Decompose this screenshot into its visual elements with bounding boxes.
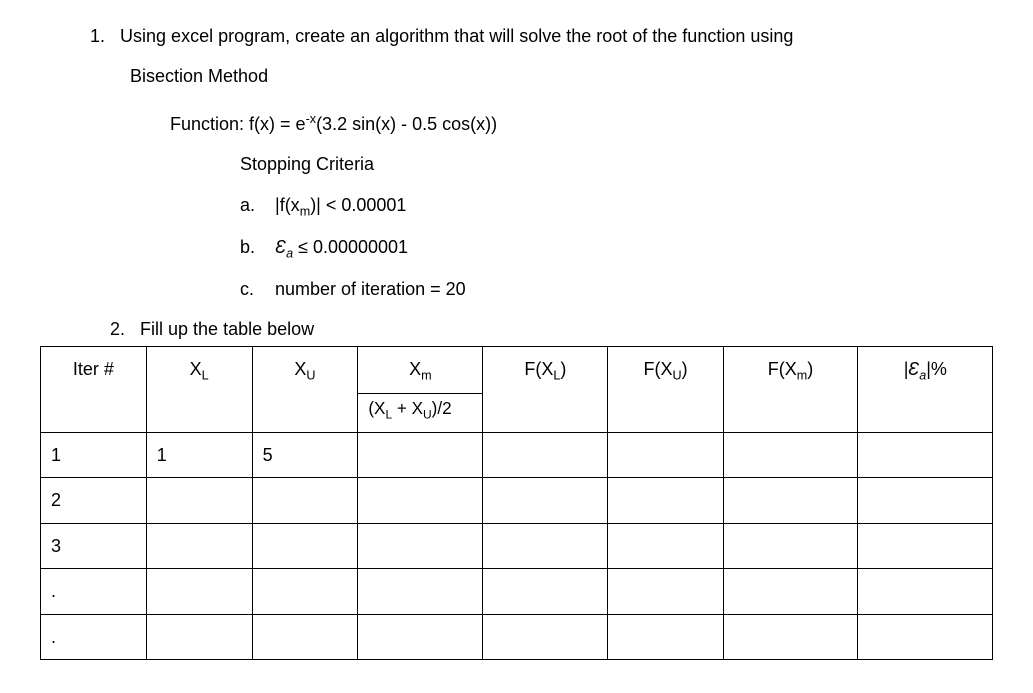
cell-fxu xyxy=(608,478,723,523)
iteration-table: Iter # XL XU Xm F(XL) F(XU) F(Xm) |Ɛa|% xyxy=(40,346,993,660)
cell-fxu xyxy=(608,569,723,614)
stopping-criteria-label: Stopping Criteria xyxy=(240,148,993,180)
function-rest: (3.2 sin(x) - 0.5 cos(x)) xyxy=(316,114,497,134)
header-fxm: F(Xm) xyxy=(723,346,858,432)
criteria-b-letter: b. xyxy=(240,231,270,263)
problem-2: 2. Fill up the table below xyxy=(110,313,993,345)
criteria-c: c. number of iteration = 20 xyxy=(240,273,993,305)
criteria-c-text: number of iteration = 20 xyxy=(275,279,466,299)
problem-2-number: 2. xyxy=(110,313,125,345)
criteria-a: a. |f(xm)| < 0.00001 xyxy=(240,189,993,223)
header-xm-formula: (XL + XU)/2 xyxy=(358,394,483,433)
cell-iter: 3 xyxy=(41,523,147,568)
criteria-a-letter: a. xyxy=(240,189,270,221)
cell-iter: 2 xyxy=(41,478,147,523)
table-row: 115 xyxy=(41,433,993,478)
function-label: Function: f(x) = e xyxy=(170,114,306,134)
header-fxu: F(XU) xyxy=(608,346,723,432)
cell-xm xyxy=(358,569,483,614)
header-xl: XL xyxy=(146,346,252,432)
criteria-a-text: |f(xm)| < 0.00001 xyxy=(275,195,406,215)
table-row: . xyxy=(41,569,993,614)
cell-fxm xyxy=(723,614,858,659)
cell-xu xyxy=(252,523,358,568)
header-xu: XU xyxy=(252,346,358,432)
cell-ea xyxy=(858,433,993,478)
cell-ea xyxy=(858,614,993,659)
problem-1-text-line1: Using excel program, create an algorithm… xyxy=(120,26,793,46)
criteria-b-text: Ɛa ≤ 0.00000001 xyxy=(275,237,408,257)
function-exponent: -x xyxy=(306,112,317,126)
cell-fxm xyxy=(723,478,858,523)
problem-1-number: 1. xyxy=(90,20,105,52)
cell-fxm xyxy=(723,523,858,568)
cell-iter: 1 xyxy=(41,433,147,478)
cell-fxm xyxy=(723,433,858,478)
cell-xm xyxy=(358,433,483,478)
problem-2-text: Fill up the table below xyxy=(140,319,314,339)
cell-ea xyxy=(858,523,993,568)
criteria-b: b. Ɛa ≤ 0.00000001 xyxy=(240,231,993,265)
cell-fxu xyxy=(608,433,723,478)
cell-xl xyxy=(146,523,252,568)
cell-xu xyxy=(252,569,358,614)
cell-ea xyxy=(858,478,993,523)
function-definition: Function: f(x) = e-x(3.2 sin(x) - 0.5 co… xyxy=(170,108,993,140)
criteria-c-letter: c. xyxy=(240,273,270,305)
cell-xl: 1 xyxy=(146,433,252,478)
cell-xl xyxy=(146,478,252,523)
header-xm: Xm xyxy=(358,346,483,393)
cell-xl xyxy=(146,614,252,659)
cell-fxu xyxy=(608,614,723,659)
cell-fxl xyxy=(483,523,608,568)
cell-iter: . xyxy=(41,569,147,614)
criteria-list: a. |f(xm)| < 0.00001 b. Ɛa ≤ 0.00000001 … xyxy=(240,189,993,306)
cell-xm xyxy=(358,478,483,523)
table-row: . xyxy=(41,614,993,659)
header-fxl: F(XL) xyxy=(483,346,608,432)
cell-fxl xyxy=(483,614,608,659)
problem-1-text-line2: Bisection Method xyxy=(130,60,993,92)
cell-xm xyxy=(358,523,483,568)
cell-fxm xyxy=(723,569,858,614)
cell-xu xyxy=(252,478,358,523)
cell-xu: 5 xyxy=(252,433,358,478)
cell-ea xyxy=(858,569,993,614)
header-iter: Iter # xyxy=(41,346,147,432)
cell-xu xyxy=(252,614,358,659)
cell-fxl xyxy=(483,569,608,614)
header-ea: |Ɛa|% xyxy=(858,346,993,432)
cell-fxu xyxy=(608,523,723,568)
cell-fxl xyxy=(483,478,608,523)
problem-1: 1. Using excel program, create an algori… xyxy=(40,20,993,93)
cell-xm xyxy=(358,614,483,659)
cell-iter: . xyxy=(41,614,147,659)
cell-xl xyxy=(146,569,252,614)
table-row: 3 xyxy=(41,523,993,568)
table-row: 2 xyxy=(41,478,993,523)
cell-fxl xyxy=(483,433,608,478)
